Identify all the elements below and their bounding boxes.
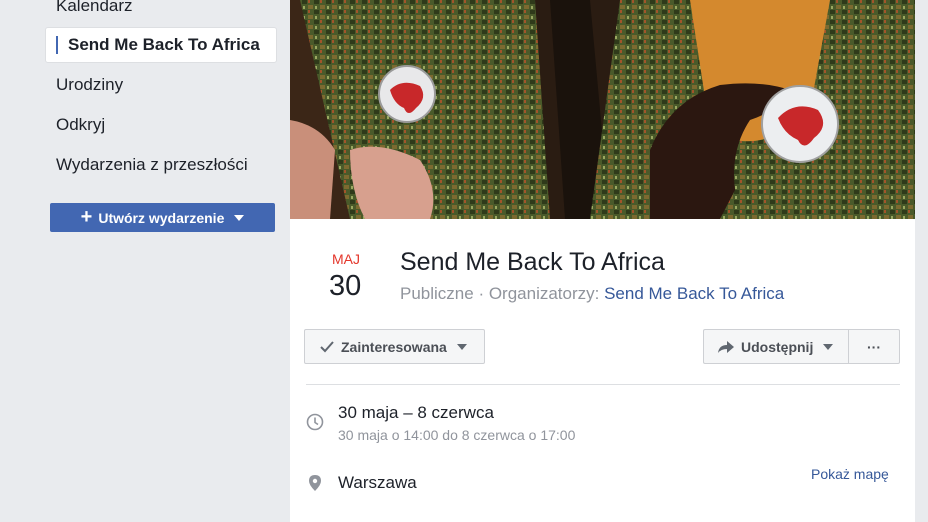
- divider: [306, 384, 900, 385]
- event-date-range: 30 maja – 8 czerwca: [338, 403, 494, 422]
- sidebar-item-current-event[interactable]: Send Me Back To Africa: [45, 27, 277, 63]
- sidebar-item-discover[interactable]: Odkryj: [56, 115, 105, 135]
- event-visibility: Publiczne: [400, 284, 474, 303]
- interested-label: Zainteresowana: [341, 338, 447, 355]
- event-card: MAJ 30 Send Me Back To Africa Publiczne …: [290, 0, 915, 522]
- meta-separator: ·: [473, 284, 489, 303]
- organizers-label: Organizatorzy:: [488, 284, 605, 303]
- event-time-detail: 30 maja o 14:00 do 8 czerwca o 17:00: [338, 427, 576, 443]
- caret-down-icon: [234, 214, 245, 221]
- plus-icon: +: [80, 205, 93, 228]
- create-event-button[interactable]: + Utwórz wydarzenie: [50, 203, 275, 232]
- organizer-link[interactable]: Send Me Back To Africa: [604, 284, 784, 303]
- more-options-button[interactable]: ···: [848, 329, 900, 364]
- sidebar: Kalendarz Send Me Back To Africa Urodzin…: [0, 0, 290, 522]
- share-button[interactable]: Udostępnij: [703, 329, 849, 364]
- sidebar-item-birthdays[interactable]: Urodziny: [56, 75, 123, 95]
- check-icon: [320, 340, 334, 352]
- sidebar-item-past-events[interactable]: Wydarzenia z przeszłości: [56, 155, 248, 175]
- create-event-label: Utwórz wydarzenie: [98, 209, 225, 226]
- event-meta: Publiczne · Organizatorzy: Send Me Back …: [400, 284, 784, 304]
- event-location[interactable]: Warszawa: [338, 473, 417, 493]
- share-arrow-icon: [718, 340, 734, 353]
- map-pin-icon: [309, 475, 321, 491]
- interested-button[interactable]: Zainteresowana: [304, 329, 485, 364]
- caret-down-icon: [823, 343, 834, 350]
- caret-down-icon: [456, 343, 467, 350]
- clock-icon: [306, 413, 324, 431]
- event-day: 30: [329, 270, 362, 302]
- event-title: Send Me Back To Africa: [400, 248, 665, 276]
- show-map-link[interactable]: Pokaż mapę: [811, 466, 889, 482]
- event-month: MAJ: [332, 251, 360, 267]
- share-label: Udostępnij: [741, 338, 814, 355]
- sidebar-item-calendar[interactable]: Kalendarz: [56, 0, 133, 16]
- cover-photo[interactable]: [290, 0, 915, 219]
